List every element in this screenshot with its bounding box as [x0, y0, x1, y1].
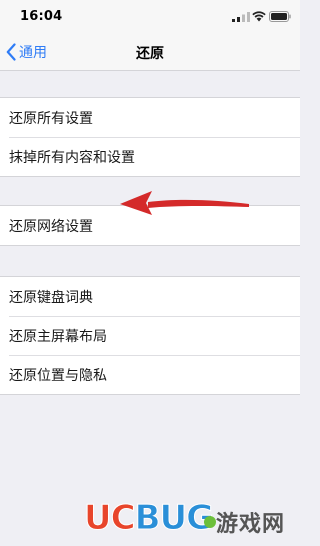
- row-label: 还原所有设置: [9, 111, 93, 127]
- watermark-dot-icon: [204, 516, 216, 528]
- status-bar: 16:04: [0, 0, 300, 34]
- row-label: 还原键盘词典: [9, 290, 93, 306]
- red-arrow-annotation: [120, 191, 249, 215]
- reset-location-privacy-row[interactable]: 还原位置与隐私: [0, 355, 300, 394]
- watermark-site-name: 游戏网: [216, 512, 286, 537]
- reset-keyboard-dictionary-row[interactable]: 还原键盘词典: [0, 277, 300, 316]
- page-title: 还原: [136, 46, 164, 62]
- cellular-signal-icon: [232, 12, 250, 22]
- row-label: 还原位置与隐私: [9, 368, 107, 384]
- navigation-bar: 通用 还原: [0, 34, 300, 71]
- row-label: 还原网络设置: [9, 219, 93, 235]
- watermark-logo: UCBUG 游戏网: [84, 492, 296, 542]
- row-label: 还原主屏幕布局: [9, 329, 107, 345]
- battery-icon: [269, 11, 291, 22]
- settings-group-1: 还原所有设置 抹掉所有内容和设置: [0, 97, 300, 177]
- reset-all-settings-row[interactable]: 还原所有设置: [0, 98, 300, 137]
- settings-group-3: 还原键盘词典 还原主屏幕布局 还原位置与隐私: [0, 276, 300, 395]
- reset-home-screen-layout-row[interactable]: 还原主屏幕布局: [0, 316, 300, 355]
- watermark-brand: UCBUG: [84, 498, 215, 539]
- wifi-icon: [252, 11, 266, 22]
- status-time: 16:04: [20, 9, 63, 24]
- erase-all-content-row[interactable]: 抹掉所有内容和设置: [0, 137, 300, 176]
- row-label: 抹掉所有内容和设置: [9, 150, 135, 166]
